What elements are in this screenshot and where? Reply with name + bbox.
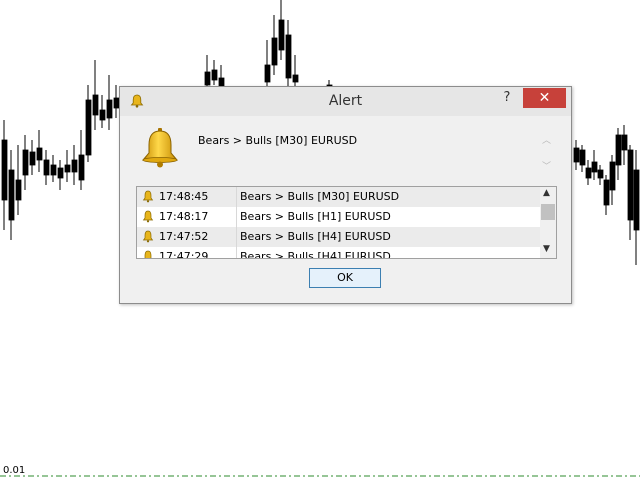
close-button[interactable]: ✕ [523,88,566,108]
list-item[interactable]: 17:47:29 Bears > Bulls [H4] EURUSD [137,247,540,259]
candle-body [211,69,218,81]
chevron-down-icon[interactable]: ﹀ [542,159,551,172]
candle-body [271,37,278,66]
ok-button[interactable]: OK [309,268,381,288]
candle-body [609,161,616,191]
candle-body [50,164,57,176]
scroll-down-icon[interactable]: ▼ [543,244,550,254]
alert-time: 17:48:17 [159,210,209,223]
candle-body [621,134,628,151]
column-divider [236,187,237,207]
scroll-up-icon[interactable]: ▲ [543,188,550,198]
bell-icon [142,190,154,203]
candle-body [603,179,610,206]
candle-body [597,169,604,179]
candle-body [573,147,580,163]
candle-body [57,167,64,179]
alert-dialog: Alert ? ✕ Bears > Bulls [M30] EURUSD ︿ ﹀… [119,86,572,304]
candle-body [85,99,92,156]
alert-text: Bears > Bulls [M30] EURUSD [240,190,400,203]
candle-body [204,71,211,86]
candle-body [615,134,622,166]
alert-history-list[interactable]: 17:48:45 Bears > Bulls [M30] EURUSD 17:48:… [136,186,557,259]
candle-body [43,159,50,176]
candle-body [8,169,15,221]
candle-body [92,94,99,116]
alert-text: Bears > Bulls [H1] EURUSD [240,210,391,223]
column-divider [236,227,237,247]
bell-icon [144,250,152,258]
column-divider [236,247,237,258]
candle-body [579,149,586,166]
bell-icon [142,210,154,223]
list-item[interactable]: 17:47:52 Bears > Bulls [H4] EURUSD [137,227,540,247]
candle-body [591,161,598,173]
candle-body [278,19,285,51]
candle-body [22,149,29,176]
alert-time: 17:47:52 [159,230,209,243]
candle-body [627,149,634,221]
bell-icon [142,230,154,243]
candle-body [64,164,71,173]
list-item[interactable]: 17:48:45 Bears > Bulls [M30] EURUSD [137,187,540,207]
candle-body [15,179,22,201]
help-button[interactable]: ? [500,90,514,108]
candle-body [285,34,292,79]
candle-body [264,64,271,83]
candle-body [99,109,106,121]
column-divider [236,207,237,227]
candle-body [585,167,592,179]
alert-message: Bears > Bulls [M30] EURUSD [198,134,358,147]
candle-body [78,154,85,181]
candle-body [71,159,78,173]
scroll-thumb[interactable] [541,204,555,220]
chevron-up-icon[interactable]: ︿ [542,133,551,146]
candle-body [633,169,640,231]
alert-text: Bears > Bulls [H4] EURUSD [240,250,391,259]
candle-body [36,147,43,161]
alert-time: 17:48:45 [159,190,209,203]
candle-body [292,74,299,83]
candle-body [1,139,8,201]
price-axis-label: 0.01 [3,465,26,476]
alert-time: 17:47:29 [159,250,209,259]
alert-text: Bears > Bulls [H4] EURUSD [240,230,391,243]
message-scrollbar[interactable]: ︿ ﹀ [540,133,552,179]
list-item[interactable]: 17:48:17 Bears > Bulls [H1] EURUSD [137,207,540,227]
candle-body [106,99,113,119]
title-bar[interactable]: Alert ? ✕ [120,87,571,116]
bell-icon [141,128,179,168]
list-scrollbar[interactable]: ▲ ▼ [540,187,556,258]
candle-body [29,151,36,166]
